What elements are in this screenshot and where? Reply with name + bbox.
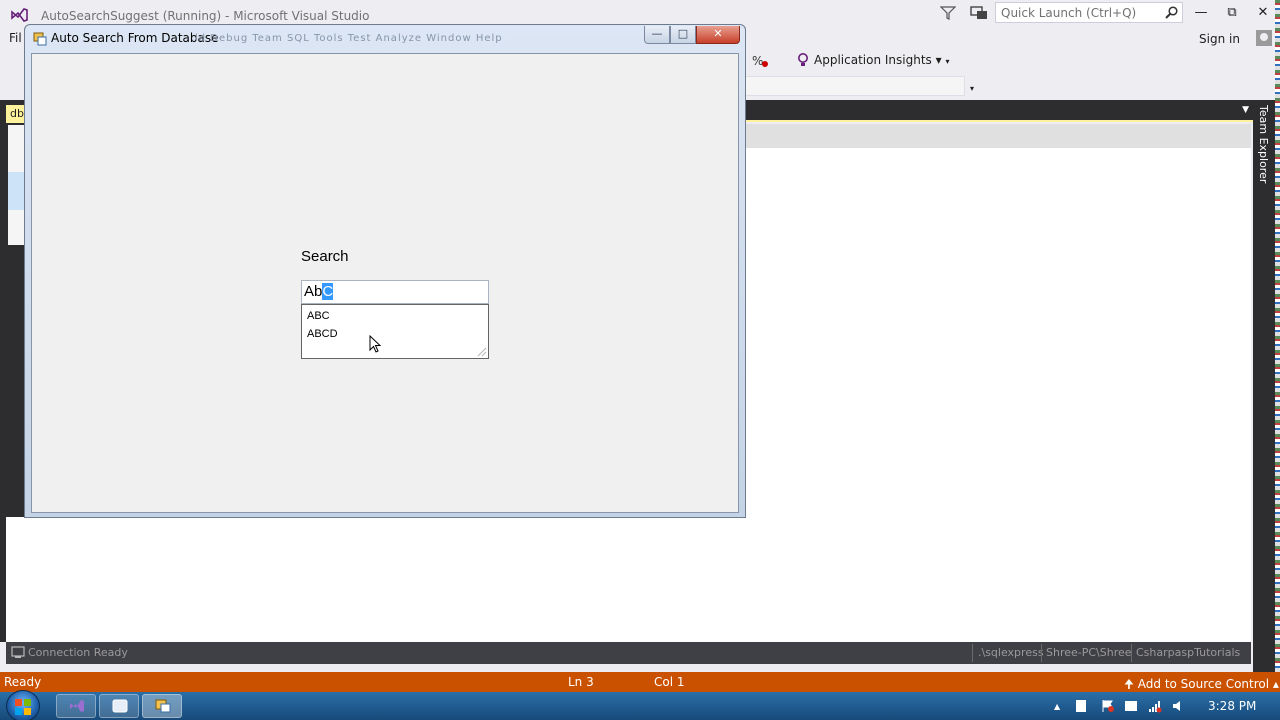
status-ready: Ready — [4, 675, 42, 689]
search-icon — [1165, 6, 1178, 19]
status-line: Ln 3 — [568, 675, 594, 689]
network-icon[interactable] — [1148, 699, 1162, 713]
sql-connection-bar: Connection Ready .\sqlexpress Shree-PC\S… — [6, 642, 1251, 664]
visual-studio-logo-icon — [11, 8, 28, 22]
taskbar-clock[interactable]: 3:28 PM — [1208, 699, 1256, 713]
svg-text:%: % — [752, 54, 763, 68]
vs-restore-button[interactable]: ⧉ — [1219, 4, 1245, 22]
database-name: CsharpaspTutorials — [1136, 646, 1241, 659]
taskbar-visual-studio[interactable] — [56, 694, 96, 718]
quick-launch-input[interactable]: Quick Launch (Ctrl+Q) — [995, 2, 1183, 23]
typed-text: Ab — [304, 283, 323, 300]
user-name: Shree-PC\Shree — [1046, 646, 1132, 659]
status-separator — [1041, 644, 1042, 662]
vs-status-bar: Ready Ln 3 Col 1 🠉 Add to Source Control… — [0, 672, 1280, 692]
connection-status-text: Connection Ready — [28, 646, 128, 659]
status-column: Col 1 — [654, 675, 685, 689]
application-insights-label: Application Insights — [814, 53, 932, 67]
account-avatar-icon[interactable] — [1256, 30, 1272, 46]
server-name: .\sqlexpress — [978, 646, 1044, 659]
quick-launch-placeholder: Quick Launch (Ctrl+Q) — [1001, 6, 1137, 20]
screen-edge-artifact — [1275, 0, 1280, 720]
right-dock-panel — [1253, 100, 1275, 680]
sign-in-link[interactable]: Sign in — [1199, 32, 1240, 46]
form-close-button[interactable]: ✕ — [696, 26, 740, 44]
lower-editor-area[interactable] — [6, 517, 745, 642]
taskbar-app-window[interactable] — [99, 694, 139, 718]
search-input[interactable]: AbC — [301, 280, 489, 304]
autocomplete-selected-text: C — [322, 283, 334, 300]
auto-search-form-window: Auto Search From Database ld Debug Team … — [24, 24, 746, 518]
connection-icon — [11, 646, 25, 658]
form-client-area: Search AbC ABC ABCD — [31, 53, 739, 513]
resize-grip-icon[interactable] — [477, 347, 487, 357]
system-tray-icon[interactable] — [1124, 699, 1138, 713]
form-title: Auto Search From Database — [51, 31, 219, 45]
vs-minimize-button[interactable]: — — [1188, 4, 1214, 22]
taskbar-auto-search-app[interactable] — [142, 694, 182, 718]
menu-file[interactable]: Fil — [9, 31, 22, 45]
code-editor-area[interactable] — [745, 148, 1251, 642]
source-control-label: Add to Source Control — [1137, 677, 1270, 691]
suggestion-item[interactable]: ABC — [307, 310, 330, 322]
status-separator — [972, 644, 973, 662]
tab-overflow-icon[interactable]: ▼ — [1242, 105, 1249, 115]
status-separator — [1131, 644, 1132, 662]
suggestion-item[interactable]: ABCD — [307, 328, 338, 340]
toolbar-overflow-icon[interactable]: ▾ — [970, 84, 974, 93]
db-tab[interactable]: db — [6, 105, 26, 123]
flag-icon[interactable] — [1101, 699, 1115, 713]
document-tab-well: ▼ — [745, 100, 1255, 122]
show-hidden-icons-button[interactable]: ▲ — [1054, 702, 1060, 711]
vs-window-title: AutoSearchSuggest (Running) - Microsoft … — [41, 9, 370, 23]
selected-tree-item[interactable] — [8, 172, 24, 210]
search-label: Search — [301, 248, 349, 265]
background-menu-ghost: ld Debug Team SQL Tools Test Analyze Win… — [195, 33, 503, 44]
toolbar-combo[interactable] — [745, 76, 965, 96]
form-maximize-button[interactable]: □ — [670, 26, 696, 44]
feedback-icon[interactable] — [970, 5, 988, 21]
start-button[interactable] — [6, 690, 40, 720]
action-center-icon[interactable] — [1074, 699, 1088, 713]
form-app-icon — [33, 32, 47, 46]
vs-close-button[interactable]: ✕ — [1250, 4, 1276, 22]
windows-taskbar — [0, 692, 1280, 720]
document-navigation-bar — [745, 124, 1251, 148]
window-app-icon — [112, 699, 128, 713]
windows-logo-icon — [15, 699, 31, 715]
notification-filter-icon[interactable] — [940, 5, 956, 21]
toolbar-tool-icon[interactable]: % — [752, 53, 770, 69]
form-minimize-button[interactable]: — — [644, 26, 670, 44]
lightbulb-icon — [798, 53, 808, 66]
form-app-icon — [155, 699, 171, 713]
autocomplete-suggestion-list[interactable]: ABC ABCD — [301, 304, 489, 359]
mouse-cursor-icon — [369, 335, 381, 353]
team-explorer-tab[interactable]: Team Explorer — [1257, 105, 1270, 183]
visual-studio-icon — [70, 700, 84, 712]
volume-icon[interactable] — [1171, 699, 1185, 713]
application-insights-button[interactable]: Application Insights ▾ ▾ — [814, 53, 949, 67]
